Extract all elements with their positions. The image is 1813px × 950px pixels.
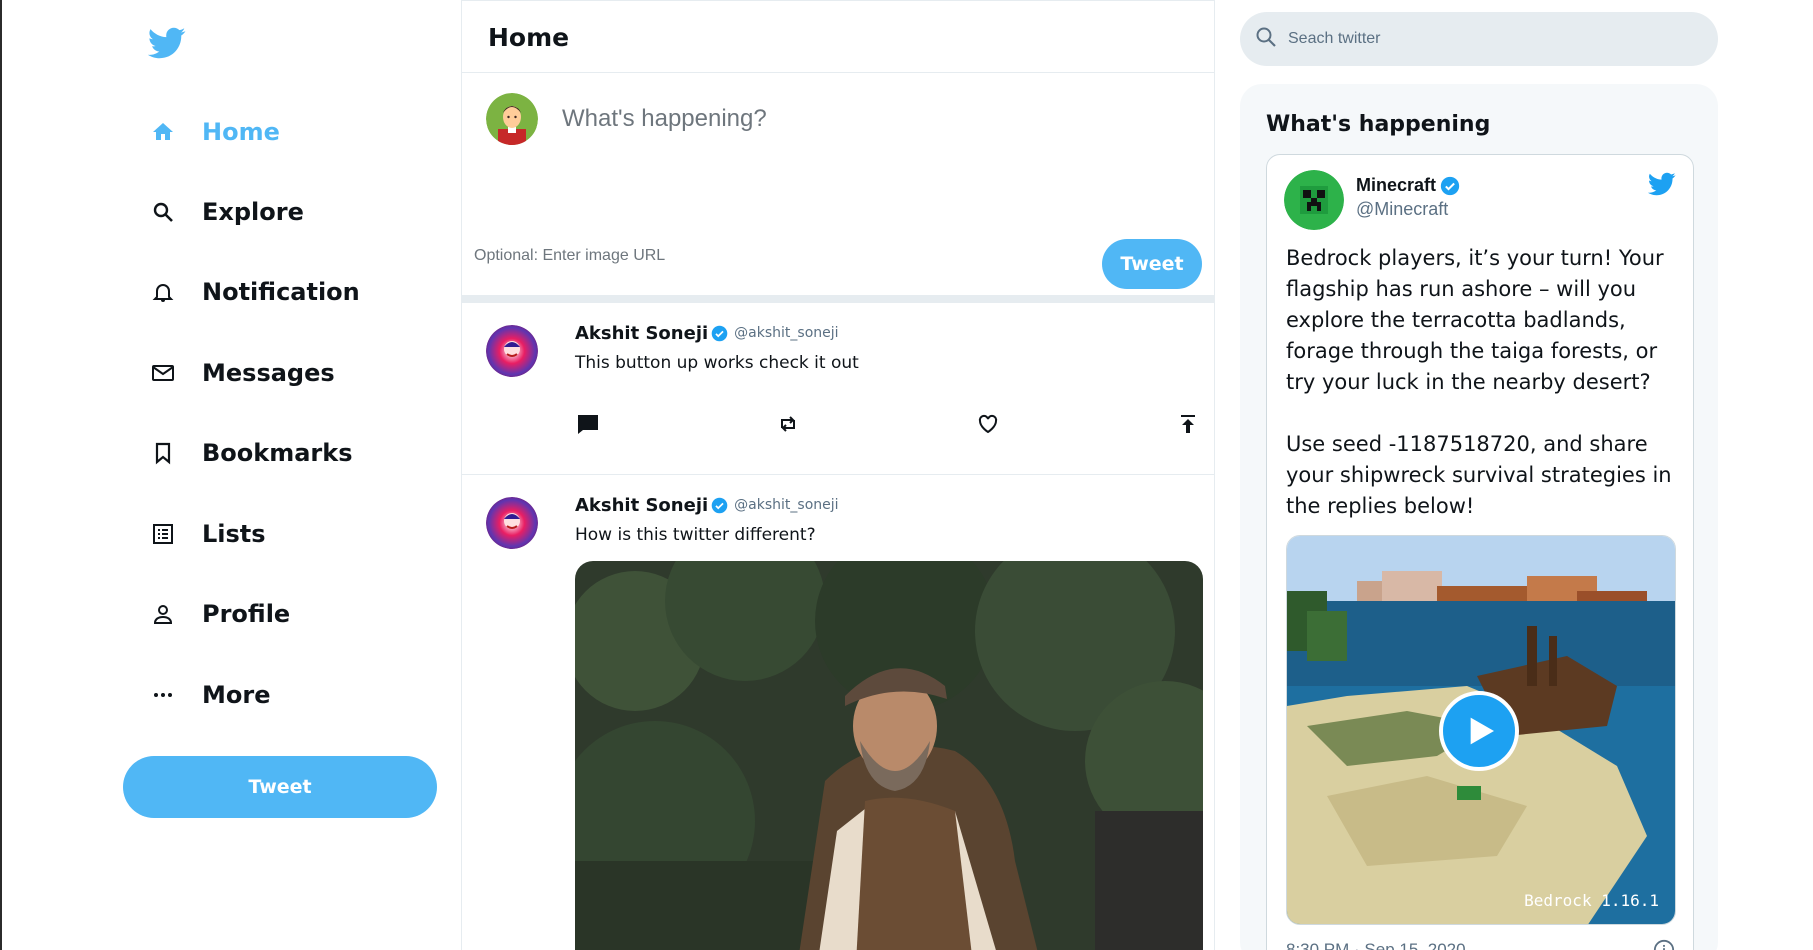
- sidebar-item-label: Messages: [202, 359, 335, 387]
- post-text: How is this twitter different?: [575, 525, 816, 545]
- sidebar-item-label: Bookmarks: [202, 439, 353, 467]
- share-upload-icon[interactable]: [1175, 411, 1201, 437]
- avatar: [486, 93, 538, 145]
- left-sidebar: Home Explore Notification Messages Bookm…: [0, 0, 461, 950]
- person-icon: [150, 601, 176, 627]
- post: Akshit Soneji @akshit_soneji How is this…: [462, 475, 1214, 950]
- comment-icon[interactable]: [575, 411, 601, 437]
- embed-author[interactable]: Minecraft: [1356, 175, 1460, 196]
- sidebar-tweet-button[interactable]: Tweet: [123, 756, 437, 818]
- post: Akshit Soneji @akshit_soneji This button…: [462, 303, 1214, 475]
- more-icon: [150, 682, 176, 708]
- tweet-composer: Tweet: [462, 73, 1214, 303]
- embedded-tweet[interactable]: Minecraft @Minecraft Bedrock players, it…: [1266, 154, 1694, 950]
- verified-badge-icon: [711, 497, 728, 514]
- sidebar-item-profile[interactable]: Profile: [150, 594, 290, 634]
- page-title: Home: [488, 23, 570, 52]
- search-icon: [1254, 25, 1278, 54]
- embed-timestamp[interactable]: 8:30 PM · Sep 15, 2020: [1286, 940, 1466, 950]
- post-author-name[interactable]: Akshit Soneji: [575, 323, 708, 344]
- verified-badge-icon: [711, 325, 728, 342]
- play-button[interactable]: [1439, 691, 1519, 771]
- search-input[interactable]: [1288, 30, 1688, 48]
- feed: Home Tweet: [461, 0, 1215, 950]
- post-text: This button up works check it out: [575, 353, 859, 373]
- search-bar[interactable]: [1240, 12, 1718, 66]
- video-caption: Bedrock 1.16.1: [1524, 891, 1659, 910]
- list-icon: [150, 521, 176, 547]
- embed-video[interactable]: Bedrock 1.16.1: [1286, 535, 1676, 925]
- sidebar-item-label: Explore: [202, 198, 304, 226]
- sidebar-item-label: Profile: [202, 600, 291, 628]
- embed-tweet-text: Bedrock players, it’s your turn! Your fl…: [1286, 246, 1672, 518]
- avatar: [486, 497, 538, 549]
- sidebar-item-lists[interactable]: Lists: [150, 514, 266, 554]
- right-column: What's happening Minecraft @: [1240, 0, 1720, 950]
- info-icon[interactable]: [1653, 939, 1675, 950]
- heart-icon[interactable]: [975, 411, 1001, 437]
- post-author-name[interactable]: Akshit Soneji: [575, 495, 708, 516]
- retweet-icon[interactable]: [775, 411, 801, 437]
- mail-icon: [150, 360, 176, 386]
- sidebar-item-more[interactable]: More: [150, 675, 270, 715]
- embed-author-handle[interactable]: @Minecraft: [1356, 199, 1448, 220]
- home-icon: [150, 119, 176, 145]
- sidebar-item-label: Home: [202, 118, 280, 146]
- post-media-image[interactable]: [575, 561, 1203, 950]
- feed-header: Home: [462, 0, 1214, 73]
- sidebar-item-label: Notification: [202, 278, 360, 306]
- sidebar-item-home[interactable]: Home: [150, 112, 280, 152]
- post-header: Akshit Soneji @akshit_soneji: [575, 321, 1214, 345]
- sidebar-item-bookmarks[interactable]: Bookmarks: [150, 433, 353, 473]
- twitter-bird-icon[interactable]: [1647, 170, 1679, 198]
- whats-happening-input[interactable]: [562, 99, 1162, 139]
- post-author-handle[interactable]: @akshit_soneji: [734, 497, 838, 513]
- bell-icon: [150, 279, 176, 305]
- image-url-input[interactable]: [474, 245, 974, 267]
- composer-tweet-button[interactable]: Tweet: [1102, 239, 1202, 289]
- avatar: [486, 325, 538, 377]
- post-actions: [575, 373, 1201, 453]
- embed-author-name: Minecraft: [1356, 175, 1437, 195]
- post-body: Akshit Soneji @akshit_soneji How is this…: [575, 475, 1214, 950]
- post-header: Akshit Soneji @akshit_soneji: [575, 493, 1214, 517]
- sidebar-item-label: More: [202, 681, 271, 709]
- bookmark-icon: [150, 440, 176, 466]
- minecraft-avatar[interactable]: [1284, 170, 1344, 230]
- post-author-handle[interactable]: @akshit_soneji: [734, 325, 838, 341]
- sidebar-item-label: Lists: [202, 520, 266, 548]
- search-icon: [150, 199, 176, 225]
- sidebar-item-explore[interactable]: Explore: [150, 192, 304, 232]
- verified-badge-icon: [1440, 176, 1460, 196]
- widget-title: What's happening: [1266, 112, 1491, 137]
- whats-happening-widget: What's happening Minecraft @Minecraft Be…: [1240, 84, 1718, 950]
- sidebar-item-notification[interactable]: Notification: [150, 272, 360, 312]
- sidebar-item-messages[interactable]: Messages: [150, 353, 335, 393]
- post-body: Akshit Soneji @akshit_soneji This button…: [575, 303, 1214, 453]
- twitter-bird-icon[interactable]: [147, 24, 186, 62]
